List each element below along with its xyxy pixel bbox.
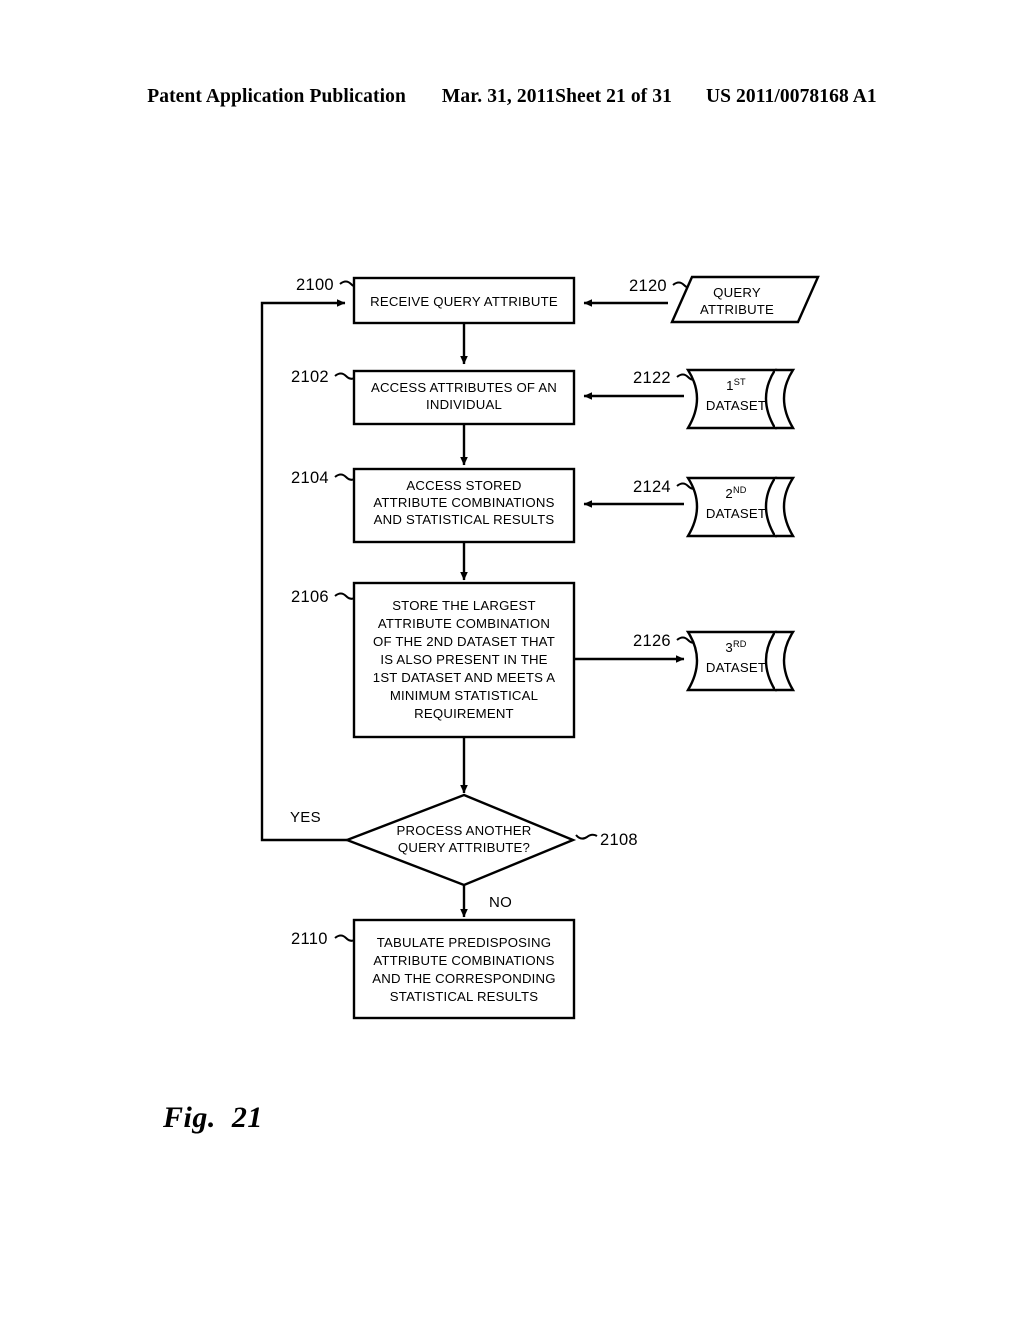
node-2104-access-stored-combinations[interactable]: ACCESS STORED ATTRIBUTE COMBINATIONS AND… — [352, 467, 576, 544]
node-2126-label: DATASET — [706, 660, 766, 675]
node-2120-line-0: QUERY — [713, 285, 761, 300]
node-2106-line-0: STORE THE LARGEST — [392, 598, 536, 613]
ref-2106: 2106 — [291, 588, 329, 606]
patent-drawing-sheet: Patent Application Publication Mar. 31, 2… — [0, 0, 1024, 1320]
node-2110-line-0: TABULATE PREDISPOSING — [377, 935, 551, 950]
node-2110-line-2: AND THE CORRESPONDING — [372, 971, 555, 986]
figure-caption: Fig. 21 — [163, 1101, 263, 1134]
node-2108-process-another-decision[interactable]: PROCESS ANOTHER QUERY ATTRIBUTE? — [343, 793, 577, 887]
node-2104-line-0: ACCESS STORED — [406, 478, 521, 493]
node-2102-line-0: ACCESS ATTRIBUTES OF AN — [371, 380, 557, 395]
ref-2124: 2124 — [633, 478, 671, 496]
node-2126-third-dataset[interactable]: 3RD DATASET — [685, 630, 796, 692]
node-2100-receive-query-attribute[interactable]: RECEIVE QUERY ATTRIBUTE — [352, 276, 576, 325]
node-2108-line-0: PROCESS ANOTHER — [397, 823, 532, 838]
node-2106-line-3: IS ALSO PRESENT IN THE — [380, 652, 547, 667]
node-2110-line-3: STATISTICAL RESULTS — [390, 989, 538, 1004]
node-2124-label: DATASET — [706, 506, 766, 521]
node-2110-tabulate-predisposing[interactable]: TABULATE PREDISPOSING ATTRIBUTE COMBINAT… — [352, 918, 576, 1020]
node-2106-line-6: REQUIREMENT — [414, 706, 514, 721]
ref-2102: 2102 — [291, 368, 329, 386]
ref-2122: 2122 — [633, 369, 671, 387]
node-2108-line-1: QUERY ATTRIBUTE? — [398, 840, 530, 855]
ref-2104: 2104 — [291, 469, 329, 487]
node-2106-line-1: ATTRIBUTE COMBINATION — [378, 616, 550, 631]
node-2102-line-1: INDIVIDUAL — [426, 397, 502, 412]
node-2102-access-attributes[interactable]: ACCESS ATTRIBUTES OF AN INDIVIDUAL — [352, 369, 576, 426]
node-2104-line-1: ATTRIBUTE COMBINATIONS — [373, 495, 554, 510]
flowchart-figure-21: 2100 2102 2104 2106 2110 2108 2120 2122 … — [260, 275, 820, 1020]
node-2124-second-dataset[interactable]: 2ND DATASET — [685, 476, 796, 538]
node-2106-line-2: OF THE 2ND DATASET THAT — [373, 634, 555, 649]
node-2122-first-dataset[interactable]: 1ST DATASET — [685, 368, 796, 430]
node-2110-line-1: ATTRIBUTE COMBINATIONS — [373, 953, 554, 968]
ref-2100: 2100 — [296, 276, 334, 294]
ref-2126: 2126 — [633, 632, 671, 650]
branch-label-yes: YES — [290, 809, 321, 826]
ref-2110: 2110 — [291, 930, 328, 948]
node-2106-line-4: 1ST DATASET AND MEETS A — [373, 670, 555, 685]
ref-2108: 2108 — [600, 831, 638, 849]
branch-label-no: NO — [489, 894, 512, 911]
node-2120-line-1: ATTRIBUTE — [700, 302, 774, 317]
node-2106-line-5: MINIMUM STATISTICAL — [390, 688, 538, 703]
node-2100-line-0: RECEIVE QUERY ATTRIBUTE — [370, 294, 558, 309]
node-2104-line-2: AND STATISTICAL RESULTS — [374, 512, 555, 527]
node-2122-label: DATASET — [706, 398, 766, 413]
node-2120-query-attribute-data[interactable]: QUERY ATTRIBUTE — [670, 275, 820, 324]
ref-2120: 2120 — [629, 277, 667, 295]
leader-2108 — [575, 833, 598, 840]
node-2106-store-largest-combination[interactable]: STORE THE LARGEST ATTRIBUTE COMBINATION … — [352, 581, 576, 739]
